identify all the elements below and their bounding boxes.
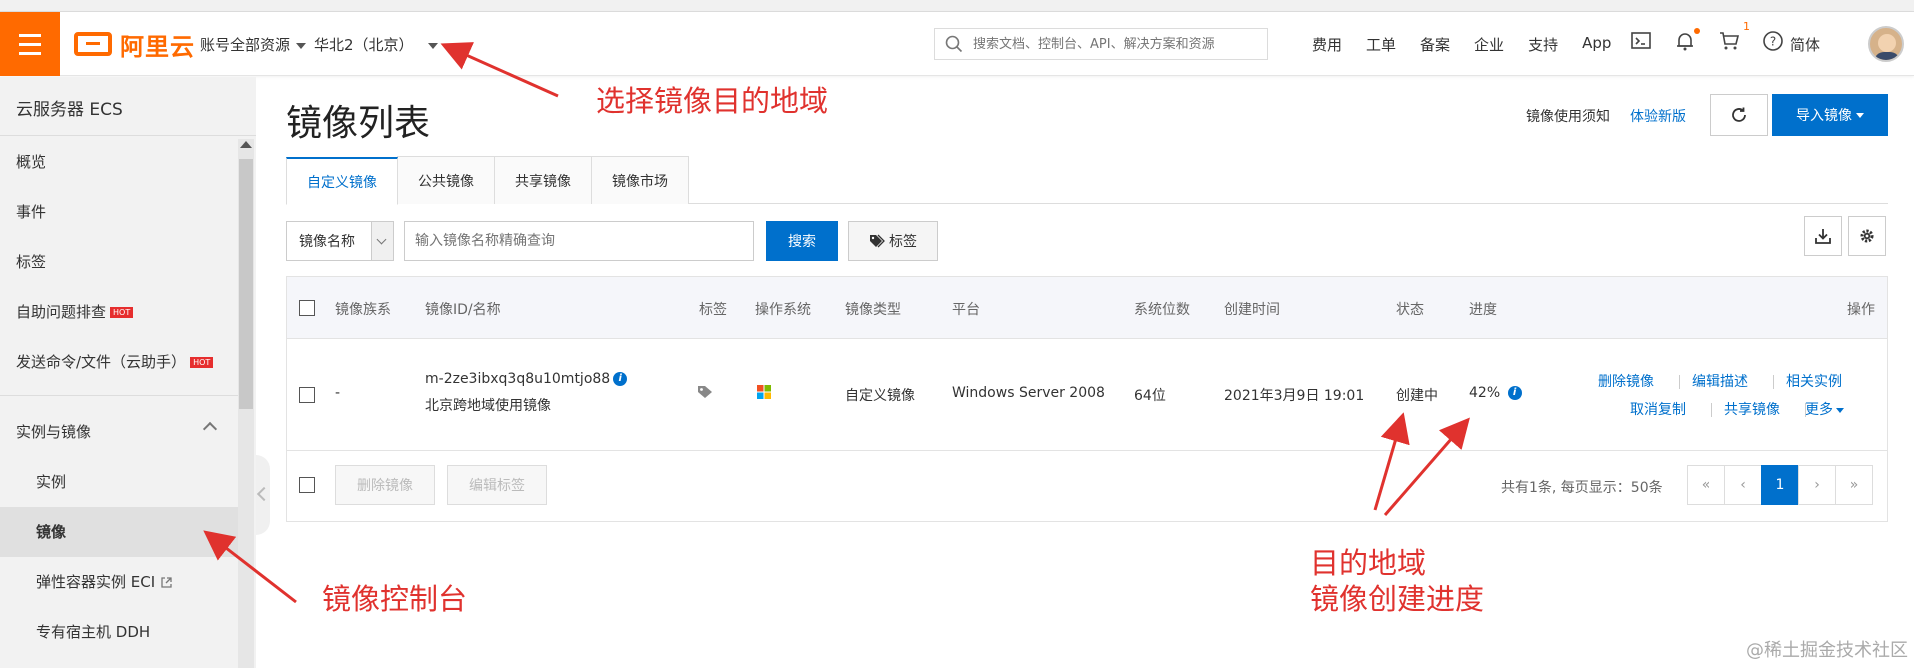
annotation-progress: 镜像创建进度: [1310, 582, 1485, 616]
annotation-image-console: 镜像控制台: [322, 582, 468, 616]
annotation-select-region: 选择镜像目的地域: [596, 84, 829, 118]
arrow-to-region-select: [440, 42, 559, 98]
watermark: @稀土掘金技术社区: [1746, 640, 1908, 661]
annotation-arrows: [203, 42, 1470, 604]
arrow-to-image-menu: [203, 530, 297, 604]
arrow-to-status: [1373, 412, 1410, 511]
